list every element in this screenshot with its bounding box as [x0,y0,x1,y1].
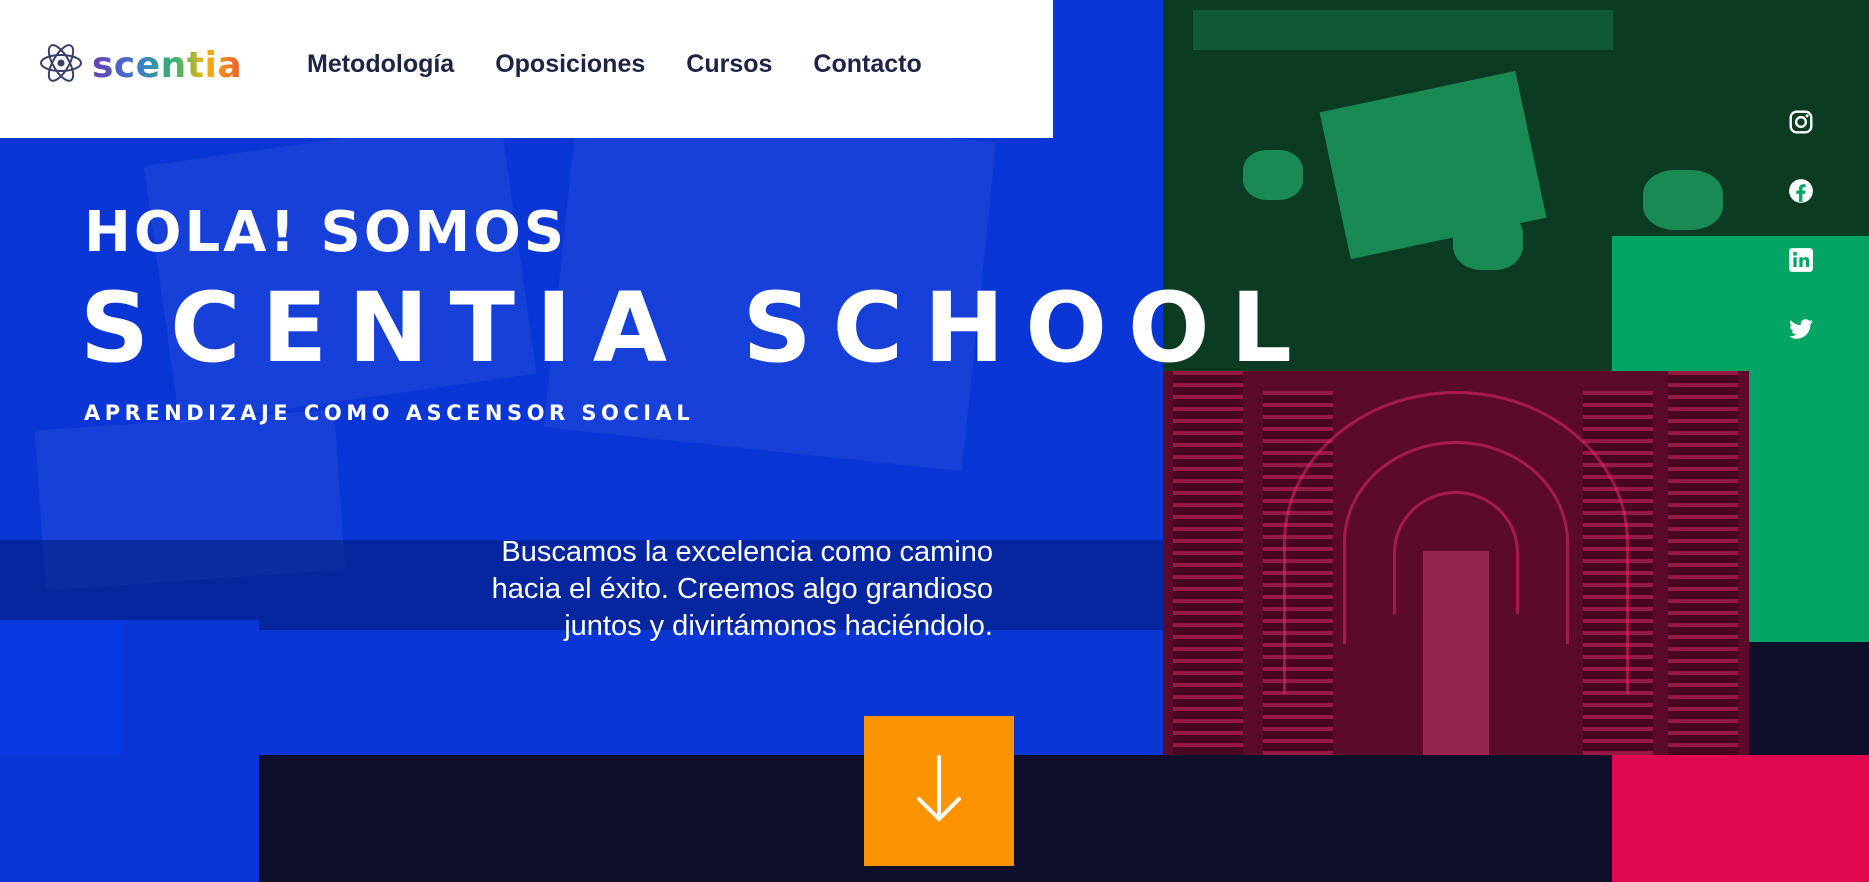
pink-accent-block [1612,755,1869,882]
scroll-down-button[interactable] [864,716,1014,866]
site-header: scentia Metodología Oposiciones Cursos C… [0,0,1053,138]
arrow-down-icon [915,753,963,829]
brand-name: scentia [92,44,243,86]
main-nav: Metodología Oposiciones Cursos Contacto [307,50,922,79]
hero-description: Buscamos la excelencia como camino hacia… [370,534,993,645]
nav-item-contacto[interactable]: Contacto [813,50,921,79]
hero-description-line: hacia el éxito. Creemos algo grandioso [491,573,993,605]
left-blue-step [0,620,123,755]
hero-description-line: Buscamos la excelencia como camino [501,536,993,568]
brand-logo[interactable]: scentia [38,40,242,90]
library-photo [1163,371,1749,755]
nav-item-cursos[interactable]: Cursos [686,50,772,79]
linkedin-icon[interactable] [1787,246,1815,274]
nav-item-oposiciones[interactable]: Oposiciones [495,50,645,79]
nav-item-metodologia[interactable]: Metodología [307,50,454,79]
hero-description-line: juntos y divirtámonos haciéndolo. [564,610,993,642]
hero-title: SCENTIA SCHOOL [80,272,1313,384]
hero-kicker: HOLA! SOMOS [84,200,568,265]
twitter-icon[interactable] [1787,315,1815,343]
facebook-icon[interactable] [1787,177,1815,205]
instagram-icon[interactable] [1787,108,1815,136]
atom-icon [38,40,84,90]
hero-tagline: APRENDIZAJE COMO ASCENSOR SOCIAL [84,401,695,425]
social-links [1787,108,1815,343]
